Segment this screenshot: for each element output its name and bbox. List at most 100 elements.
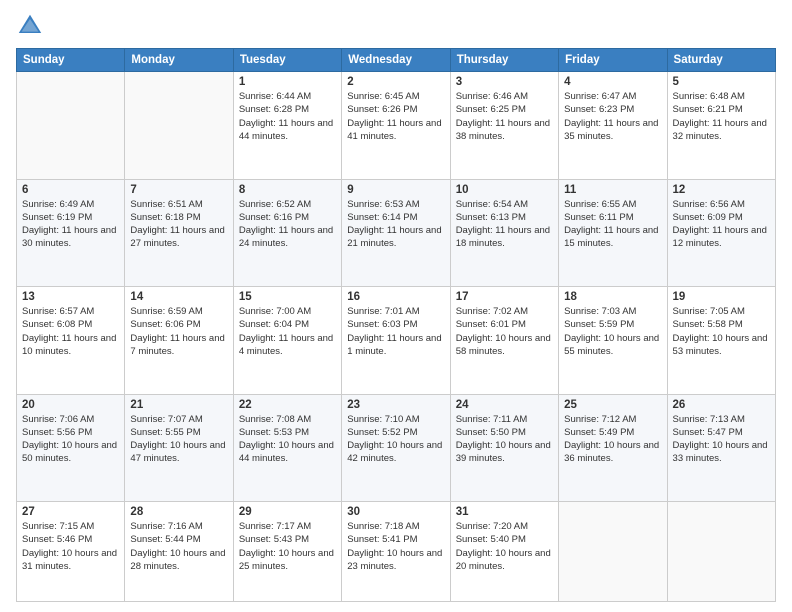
calendar-cell [125,72,233,180]
calendar-cell: 11 Sunrise: 6:55 AMSunset: 6:11 PMDayligh… [559,179,667,287]
cell-info: Sunrise: 6:51 AMSunset: 6:18 PMDaylight:… [130,198,227,251]
calendar-cell: 3 Sunrise: 6:46 AMSunset: 6:25 PMDaylight… [450,72,558,180]
calendar-cell: 23 Sunrise: 7:10 AMSunset: 5:52 PMDayligh… [342,394,450,502]
calendar-cell: 12 Sunrise: 6:56 AMSunset: 6:09 PMDayligh… [667,179,775,287]
cell-info: Sunrise: 6:56 AMSunset: 6:09 PMDaylight:… [673,198,770,251]
weekday-header-sunday: Sunday [17,49,125,72]
day-number: 18 [564,291,661,303]
calendar-cell [667,502,775,602]
calendar-cell: 15Sunrise: 7:00 AMSunset: 6:04 PMDayligh… [233,287,341,395]
cell-info: Sunrise: 7:20 AMSunset: 5:40 PMDaylight:… [456,520,553,573]
cell-info: Sunrise: 7:12 AMSunset: 5:49 PMDaylight:… [564,413,661,466]
cell-info: Sunrise: 7:02 AMSunset: 6:01 PMDaylight:… [456,305,553,358]
logo [16,12,48,40]
day-number: 31 [456,506,553,518]
cell-info: Sunrise: 7:07 AMSunset: 5:55 PMDaylight:… [130,413,227,466]
calendar-cell: 13 Sunrise: 6:57 AMSunset: 6:08 PMDayligh… [17,287,125,395]
calendar-week-2: 6 Sunrise: 6:49 AMSunset: 6:19 PMDaylight… [17,179,776,287]
day-number: 4 [564,76,661,88]
day-number: 5 [673,76,770,88]
calendar-cell: 30 Sunrise: 7:18 AMSunset: 5:41 PMDayligh… [342,502,450,602]
cell-info: Sunrise: 6:45 AMSunset: 6:26 PMDaylight:… [347,90,444,143]
logo-icon [16,12,44,40]
weekday-header-saturday: Saturday [667,49,775,72]
cell-info: Sunrise: 7:06 AMSunset: 5:56 PMDaylight:… [22,413,119,466]
weekday-header-tuesday: Tuesday [233,49,341,72]
cell-info: Sunrise: 6:47 AMSunset: 6:23 PMDaylight:… [564,90,661,143]
day-number: 17 [456,291,553,303]
cell-info: Sunrise: 7:03 AMSunset: 5:59 PMDaylight:… [564,305,661,358]
cell-info: Sunrise: 7:05 AMSunset: 5:58 PMDaylight:… [673,305,770,358]
cell-info: Sunrise: 7:01 AMSunset: 6:03 PMDaylight:… [347,305,444,358]
calendar-cell [559,502,667,602]
cell-info: Sunrise: 6:57 AMSunset: 6:08 PMDaylight:… [22,305,119,358]
calendar-cell [17,72,125,180]
calendar-week-1: 1 Sunrise: 6:44 AMSunset: 6:28 PMDaylight… [17,72,776,180]
calendar-cell: 27 Sunrise: 7:15 AMSunset: 5:46 PMDayligh… [17,502,125,602]
day-number: 8 [239,184,336,196]
cell-info: Sunrise: 6:49 AMSunset: 6:19 PMDaylight:… [22,198,119,251]
day-number: 11 [564,184,661,196]
calendar-cell: 14 Sunrise: 6:59 AMSunset: 6:06 PMDayligh… [125,287,233,395]
cell-info: Sunrise: 7:00 AMSunset: 6:04 PMDaylight:… [239,305,336,358]
cell-info: Sunrise: 6:59 AMSunset: 6:06 PMDaylight:… [130,305,227,358]
day-number: 7 [130,184,227,196]
day-number: 16 [347,291,444,303]
cell-info: Sunrise: 7:15 AMSunset: 5:46 PMDaylight:… [22,520,119,573]
cell-info: Sunrise: 6:55 AMSunset: 6:11 PMDaylight:… [564,198,661,251]
calendar-cell: 25Sunrise: 7:12 AMSunset: 5:49 PMDayligh… [559,394,667,502]
day-number: 28 [130,506,227,518]
calendar-cell: 29 Sunrise: 7:17 AMSunset: 5:43 PMDayligh… [233,502,341,602]
cell-info: Sunrise: 7:10 AMSunset: 5:52 PMDaylight:… [347,413,444,466]
day-number: 10 [456,184,553,196]
day-number: 13 [22,291,119,303]
cell-info: Sunrise: 6:54 AMSunset: 6:13 PMDaylight:… [456,198,553,251]
day-number: 12 [673,184,770,196]
cell-info: Sunrise: 7:17 AMSunset: 5:43 PMDaylight:… [239,520,336,573]
cell-info: Sunrise: 6:44 AMSunset: 6:28 PMDaylight:… [239,90,336,143]
calendar-cell: 16 Sunrise: 7:01 AMSunset: 6:03 PMDayligh… [342,287,450,395]
day-number: 2 [347,76,444,88]
calendar-cell: 5 Sunrise: 6:48 AMSunset: 6:21 PMDaylight… [667,72,775,180]
calendar-cell: 26 Sunrise: 7:13 AMSunset: 5:47 PMDayligh… [667,394,775,502]
calendar-cell: 4 Sunrise: 6:47 AMSunset: 6:23 PMDaylight… [559,72,667,180]
calendar-cell: 17 Sunrise: 7:02 AMSunset: 6:01 PMDayligh… [450,287,558,395]
calendar-header-row: SundayMondayTuesdayWednesdayThursdayFrid… [17,49,776,72]
calendar-cell: 18 Sunrise: 7:03 AMSunset: 5:59 PMDayligh… [559,287,667,395]
calendar-cell: 2 Sunrise: 6:45 AMSunset: 6:26 PMDaylight… [342,72,450,180]
day-number: 9 [347,184,444,196]
day-number: 3 [456,76,553,88]
day-number: 26 [673,399,770,411]
day-number: 30 [347,506,444,518]
page: SundayMondayTuesdayWednesdayThursdayFrid… [0,0,792,612]
calendar-cell: 21 Sunrise: 7:07 AMSunset: 5:55 PMDayligh… [125,394,233,502]
cell-info: Sunrise: 6:46 AMSunset: 6:25 PMDaylight:… [456,90,553,143]
day-number: 21 [130,399,227,411]
day-number: 1 [239,76,336,88]
cell-info: Sunrise: 7:08 AMSunset: 5:53 PMDaylight:… [239,413,336,466]
cell-info: Sunrise: 6:48 AMSunset: 6:21 PMDaylight:… [673,90,770,143]
weekday-header-wednesday: Wednesday [342,49,450,72]
calendar-cell: 22 Sunrise: 7:08 AMSunset: 5:53 PMDayligh… [233,394,341,502]
cell-info: Sunrise: 6:52 AMSunset: 6:16 PMDaylight:… [239,198,336,251]
calendar-cell: 19 Sunrise: 7:05 AMSunset: 5:58 PMDayligh… [667,287,775,395]
day-number: 19 [673,291,770,303]
calendar-cell: 8 Sunrise: 6:52 AMSunset: 6:16 PMDaylight… [233,179,341,287]
day-number: 27 [22,506,119,518]
calendar-cell: 10 Sunrise: 6:54 AMSunset: 6:13 PMDayligh… [450,179,558,287]
day-number: 22 [239,399,336,411]
cell-info: Sunrise: 7:13 AMSunset: 5:47 PMDaylight:… [673,413,770,466]
calendar-table: SundayMondayTuesdayWednesdayThursdayFrid… [16,48,776,602]
cell-info: Sunrise: 7:18 AMSunset: 5:41 PMDaylight:… [347,520,444,573]
calendar-cell: 1 Sunrise: 6:44 AMSunset: 6:28 PMDaylight… [233,72,341,180]
day-number: 23 [347,399,444,411]
day-number: 20 [22,399,119,411]
day-number: 14 [130,291,227,303]
calendar-cell: 31 Sunrise: 7:20 AMSunset: 5:40 PMDayligh… [450,502,558,602]
calendar-cell: 20 Sunrise: 7:06 AMSunset: 5:56 PMDayligh… [17,394,125,502]
calendar-cell: 28Sunrise: 7:16 AMSunset: 5:44 PMDayligh… [125,502,233,602]
day-number: 29 [239,506,336,518]
day-number: 6 [22,184,119,196]
calendar-week-3: 13 Sunrise: 6:57 AMSunset: 6:08 PMDayligh… [17,287,776,395]
calendar-week-4: 20 Sunrise: 7:06 AMSunset: 5:56 PMDayligh… [17,394,776,502]
